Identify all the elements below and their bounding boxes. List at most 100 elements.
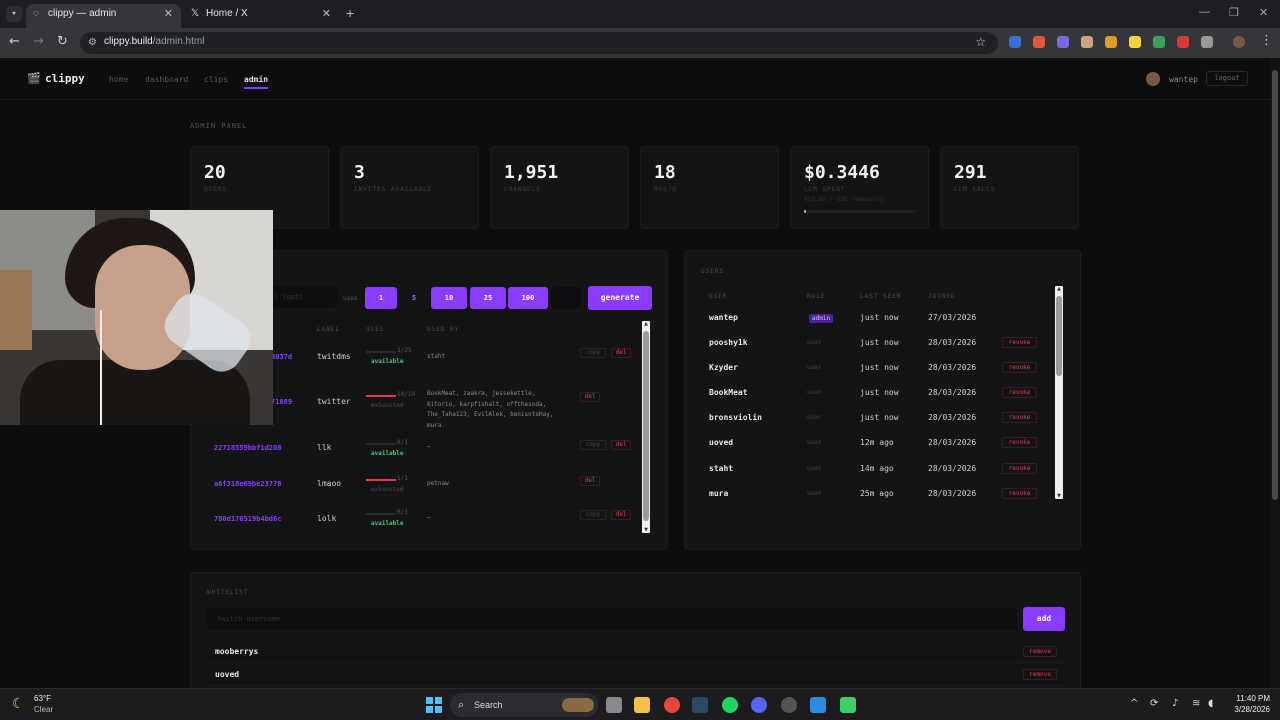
steam-icon[interactable]: [692, 697, 708, 713]
remove-button[interactable]: remove: [1023, 669, 1057, 680]
extension-icon[interactable]: [1057, 36, 1069, 48]
new-tab-icon[interactable]: +: [346, 5, 354, 21]
extension-icon[interactable]: [1153, 36, 1165, 48]
clock-date[interactable]: 3/28/2026: [1224, 705, 1270, 714]
extensions-puzzle-icon[interactable]: [1201, 36, 1213, 48]
scroll-down-icon[interactable]: ▼: [1055, 493, 1063, 499]
minimize-icon[interactable]: —: [1199, 6, 1210, 18]
microphone-icon[interactable]: ♪: [1172, 698, 1178, 709]
close-icon[interactable]: ✕: [164, 4, 173, 24]
extension-icon[interactable]: [1033, 36, 1045, 48]
file-explorer-icon[interactable]: [634, 697, 650, 713]
tab-home-x[interactable]: 𝕏 Home / X ✕: [184, 4, 339, 28]
remove-button[interactable]: remove: [1023, 646, 1057, 657]
invite-code[interactable]: a6f318e69be23778: [214, 480, 281, 488]
scroll-thumb[interactable]: [1056, 296, 1062, 376]
revoke-button[interactable]: revoke: [1002, 412, 1037, 423]
discord-icon[interactable]: [751, 697, 767, 713]
taskbar-search[interactable]: ⌕ Search: [450, 693, 598, 717]
task-view-icon[interactable]: [606, 697, 622, 713]
window-close-icon[interactable]: ✕: [1259, 6, 1268, 19]
chevron-up-icon[interactable]: ^: [1130, 698, 1138, 709]
col-header-last-seen: LAST SEEN: [860, 293, 902, 300]
obs-icon[interactable]: [781, 697, 797, 713]
revoke-button[interactable]: revoke: [1002, 463, 1037, 474]
scroll-down-icon[interactable]: ▼: [642, 527, 650, 533]
moon-icon[interactable]: ☾: [12, 696, 25, 712]
weather-desc[interactable]: Clear: [34, 705, 53, 714]
logout-button[interactable]: logout: [1206, 71, 1248, 86]
sync-icon[interactable]: ⟳: [1150, 698, 1158, 709]
tab-search-icon[interactable]: ▾: [6, 6, 22, 22]
custom-uses-input[interactable]: [551, 287, 581, 309]
delete-button[interactable]: del: [611, 510, 631, 520]
invites-scrollbar[interactable]: ▲ ▼: [642, 321, 650, 533]
scroll-thumb[interactable]: [643, 331, 649, 521]
nav-admin[interactable]: admin: [244, 75, 269, 89]
invite-code[interactable]: 780d176519b4bd6c: [214, 515, 281, 523]
generate-button[interactable]: generate: [588, 286, 652, 310]
nav-home[interactable]: home: [109, 75, 128, 84]
uses-option-25[interactable]: 25: [470, 287, 506, 309]
forward-icon[interactable]: →: [33, 34, 44, 49]
delete-button[interactable]: del: [611, 348, 631, 358]
revoke-button[interactable]: revoke: [1002, 337, 1037, 348]
copy-button[interactable]: copy: [580, 348, 606, 358]
logo[interactable]: clippy: [45, 72, 85, 85]
add-button[interactable]: add: [1023, 607, 1065, 631]
uses-option-1[interactable]: 1: [365, 287, 397, 309]
weather-temp[interactable]: 63°F: [34, 694, 51, 703]
back-icon[interactable]: ←: [9, 34, 20, 49]
webcam-earbud-cord: [100, 310, 102, 425]
reload-icon[interactable]: ↻: [57, 34, 68, 49]
revoke-button[interactable]: revoke: [1002, 387, 1037, 398]
chrome-icon[interactable]: [664, 697, 680, 713]
stat-label: LLM CALLS: [954, 186, 996, 193]
scroll-up-icon[interactable]: ▲: [642, 321, 650, 327]
invite-code[interactable]: 3037d: [271, 353, 292, 361]
delete-button[interactable]: del: [611, 440, 631, 450]
profile-avatar[interactable]: [1233, 36, 1245, 48]
uses-option-5[interactable]: 5: [399, 287, 429, 309]
uses-option-100[interactable]: 100: [508, 287, 548, 309]
maximize-icon[interactable]: ❐: [1229, 6, 1239, 19]
delete-button[interactable]: del: [580, 392, 600, 402]
copy-button[interactable]: copy: [580, 510, 606, 520]
bookmark-star-icon[interactable]: ☆: [975, 35, 986, 49]
browser-menu-icon[interactable]: ⋮: [1260, 33, 1273, 48]
user-name: BookMeat: [709, 388, 748, 397]
scroll-thumb[interactable]: [1272, 70, 1278, 500]
app-icon[interactable]: [840, 697, 856, 713]
extension-icon[interactable]: [1009, 36, 1021, 48]
wifi-icon[interactable]: ≋: [1192, 698, 1200, 709]
close-icon[interactable]: ✕: [322, 4, 331, 24]
nav-dashboard[interactable]: dashboard: [145, 75, 188, 84]
copy-button[interactable]: copy: [580, 440, 606, 450]
address-bar[interactable]: ⚙ clippy.build/admin.html ☆: [80, 32, 998, 54]
scroll-up-icon[interactable]: ▲: [1055, 286, 1063, 292]
extension-icon[interactable]: [1129, 36, 1141, 48]
site-info-icon[interactable]: ⚙: [88, 37, 97, 48]
uses-option-10[interactable]: 10: [431, 287, 467, 309]
extension-icon[interactable]: [1177, 36, 1189, 48]
revoke-button[interactable]: revoke: [1002, 488, 1037, 499]
clock-time[interactable]: 11:40 PM: [1230, 694, 1270, 703]
revoke-button[interactable]: revoke: [1002, 362, 1037, 373]
invite-code[interactable]: 22718559bbf1d208: [214, 444, 281, 452]
user-row: uoved user 12m ago 28/03/2026 revoke: [685, 437, 1055, 463]
windows-start-icon[interactable]: [426, 697, 442, 713]
whitelist-username-input[interactable]: twitch username: [207, 608, 1017, 630]
spotify-icon[interactable]: [722, 697, 738, 713]
nav-clips[interactable]: clips: [204, 75, 228, 84]
extension-icon[interactable]: [1081, 36, 1093, 48]
extension-icon[interactable]: [1105, 36, 1117, 48]
page-scrollbar[interactable]: [1270, 58, 1280, 688]
volume-icon[interactable]: ◖: [1208, 698, 1213, 709]
clapperboard-icon: 🎬: [27, 72, 41, 85]
tab-clippy-admin[interactable]: ◌ clippy — admin ✕: [26, 4, 181, 28]
users-scrollbar[interactable]: ▲ ▼: [1055, 286, 1063, 499]
invite-code[interactable]: 71089: [271, 398, 292, 406]
vscode-icon[interactable]: [810, 697, 826, 713]
delete-button[interactable]: del: [580, 476, 600, 486]
revoke-button[interactable]: revoke: [1002, 437, 1037, 448]
